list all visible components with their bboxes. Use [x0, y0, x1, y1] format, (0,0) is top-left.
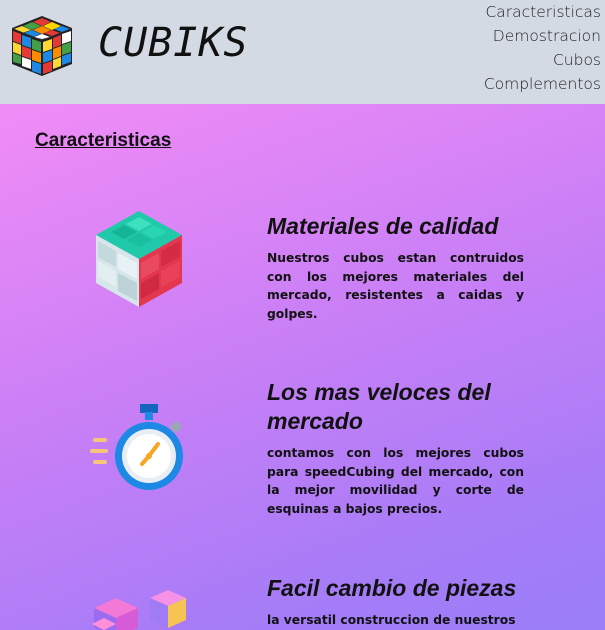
- stopwatch-icon: [90, 404, 190, 498]
- feature-title: Los mas veloces del mercado: [267, 379, 491, 434]
- cube-pieces-icon: [90, 588, 190, 630]
- cube-icon: [96, 211, 182, 311]
- feature-text: Nuestros cubos estan contruidos con los …: [267, 251, 524, 321]
- nav-link-caracteristicas[interactable]: Caracteristicas: [484, 0, 601, 24]
- site-header: CUBIKS Caracteristicas Demostracion Cubo…: [0, 0, 605, 104]
- rubiks-cube-logo-icon[interactable]: [10, 14, 74, 78]
- feature-text: la versatil construccion de nuestros: [267, 613, 516, 627]
- feature-title: Materiales de calidad: [267, 213, 499, 239]
- main-nav: Caracteristicas Demostracion Cubos Compl…: [484, 0, 601, 96]
- nav-link-demostracion[interactable]: Demostracion: [484, 24, 601, 48]
- section-title: Caracteristicas: [35, 130, 172, 151]
- features-section: Caracteristicas Materiales de calidad Nu…: [0, 104, 605, 630]
- feature-text: contamos con los mejores cubos para spee…: [267, 446, 524, 516]
- brand-name[interactable]: CUBIKS: [98, 20, 249, 66]
- feature-title: Facil cambio de piezas: [267, 575, 517, 601]
- nav-link-cubos[interactable]: Cubos: [484, 48, 601, 72]
- nav-link-complementos[interactable]: Complementos: [484, 72, 601, 96]
